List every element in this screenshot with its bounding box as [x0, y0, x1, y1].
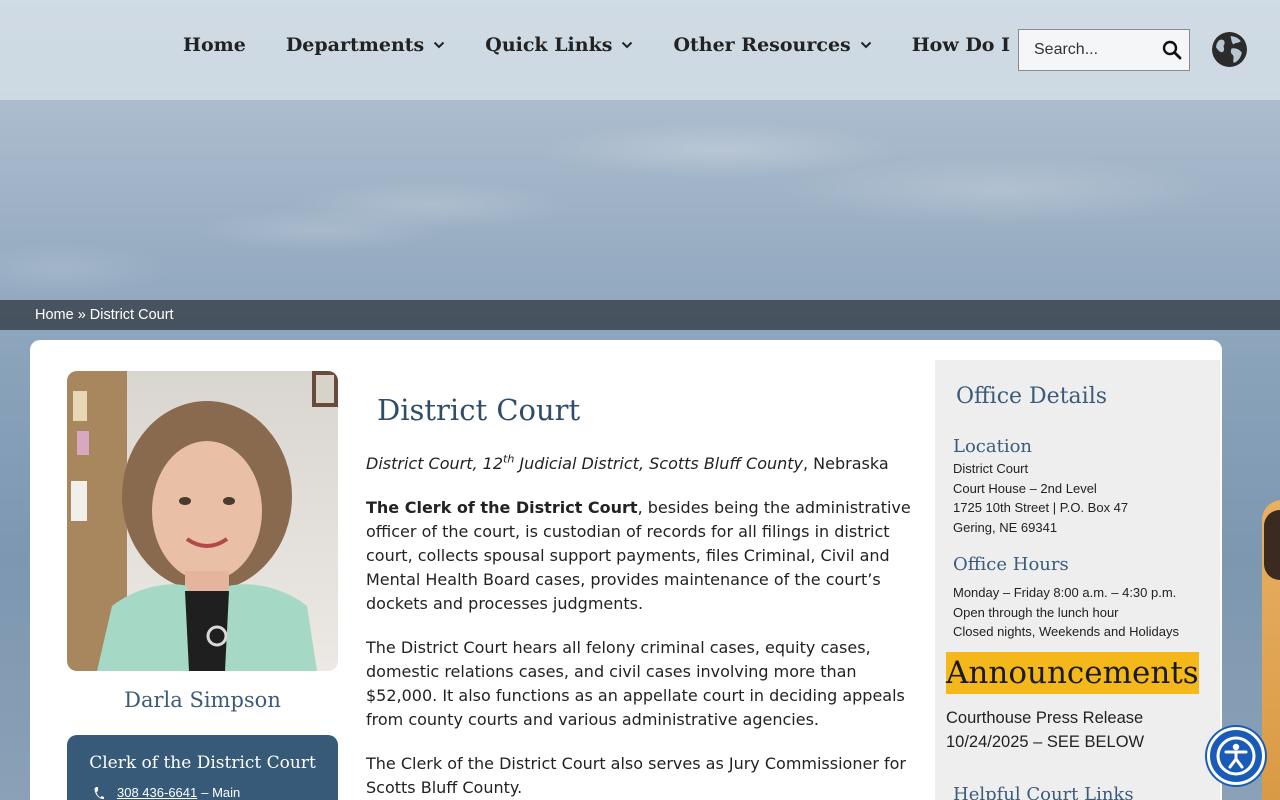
nav-item-label: Departments	[285, 34, 425, 56]
accessibility-button[interactable]	[1207, 727, 1265, 785]
breadcrumb: Home » District Court	[0, 300, 1280, 330]
location-line: Court House – 2nd Level	[953, 480, 1097, 496]
location-lines: District Court Court House – 2nd Level 1…	[953, 459, 1128, 537]
search-icon[interactable]	[1162, 40, 1182, 60]
paragraph-3: The Clerk of the District Court also ser…	[366, 754, 906, 797]
paragraph-2: The District Court hears all felony crim…	[366, 638, 905, 729]
search-box	[1018, 29, 1190, 71]
profile-photo	[67, 371, 338, 671]
main-content: District Court District Court, 12th Judi…	[366, 390, 911, 800]
profile-role-title: Clerk of the District Court	[89, 753, 316, 773]
location-heading: Location	[953, 436, 1033, 457]
chevron-down-icon	[860, 41, 871, 49]
intro-sup: th	[503, 452, 515, 466]
profile-phone-link[interactable]: 308 436-6641	[117, 785, 197, 800]
sidebar-title: Office Details	[956, 384, 1108, 409]
hours-line: Closed nights, Weekends and Holidays	[953, 624, 1179, 639]
phone-icon	[94, 786, 104, 799]
paragraph-1: The Clerk of the District Court, besides…	[366, 496, 911, 616]
breadcrumb-separator: »	[77, 307, 86, 323]
site-header: Home Departments Quick Links Other Resou…	[0, 0, 1280, 100]
helpful-links-heading: Helpful Court Links	[953, 784, 1134, 800]
hero-edge-figure-head	[1264, 510, 1280, 580]
announcement-text: Courthouse Press Release 10/24/2025 – SE…	[946, 706, 1144, 754]
chevron-down-icon	[434, 41, 445, 49]
breadcrumb-home-link[interactable]: Home	[35, 307, 74, 323]
chevron-down-icon	[622, 41, 633, 49]
nav-item-home[interactable]: Home	[183, 34, 246, 56]
nav-item-quick-links[interactable]: Quick Links	[485, 34, 633, 56]
location-line: District Court	[953, 461, 1029, 476]
hours-lines: Monday – Friday 8:00 a.m. – 4:30 p.m. Op…	[953, 583, 1179, 642]
office-details-sidebar: Office Details Location District Court C…	[935, 360, 1220, 800]
globe-icon[interactable]	[1211, 31, 1248, 68]
profile-phone-suffix: – Main	[201, 785, 241, 800]
page-title: District Court	[377, 393, 581, 427]
intro-tail: , Nebraska	[803, 454, 889, 473]
accessibility-icon	[1216, 736, 1256, 776]
search-input[interactable]	[1034, 41, 1164, 59]
profile-name: Darla Simpson	[124, 688, 281, 712]
nav-item-label: How Do I	[911, 34, 1010, 56]
location-line: Gering, NE 69341	[953, 519, 1058, 535]
nav-item-label: Quick Links	[485, 34, 613, 56]
nav-item-label: Home	[183, 34, 246, 56]
intro-italic-1: District Court, 12	[366, 454, 504, 473]
announcement-line: 10/24/2025 – SEE BELOW	[946, 733, 1145, 751]
location-line: 1725 10th Street | P.O. Box 47	[953, 500, 1129, 515]
announcement-line: Courthouse Press Release	[946, 709, 1144, 727]
nav-item-other-resources[interactable]: Other Resources	[673, 34, 871, 56]
profile-phone-row: 308 436-6641 – Main	[93, 785, 240, 800]
paragraph-1-bold: The Clerk of the District Court	[366, 498, 638, 517]
nav-item-how-do-i[interactable]: How Do I	[912, 34, 1031, 56]
profile-role-box: Clerk of the District Court 308 436-6641…	[67, 735, 338, 800]
hours-heading: Office Hours	[953, 554, 1069, 575]
hours-line: Open through the lunch hour	[953, 604, 1119, 620]
breadcrumb-current: District Court	[89, 307, 174, 323]
intro-paragraph: District Court, 12th Judicial District, …	[366, 452, 911, 476]
profile-photo-illustration	[67, 371, 338, 671]
main-nav: Home Departments Quick Links Other Resou…	[183, 34, 1071, 56]
nav-item-departments[interactable]: Departments	[286, 34, 445, 56]
announcements-heading: Announcements	[946, 652, 1199, 694]
intro-italic-2: Judicial District, Scotts Bluff County	[514, 454, 803, 473]
nav-item-label: Other Resources	[673, 34, 851, 56]
hours-line: Monday – Friday 8:00 a.m. – 4:30 p.m.	[953, 585, 1177, 600]
